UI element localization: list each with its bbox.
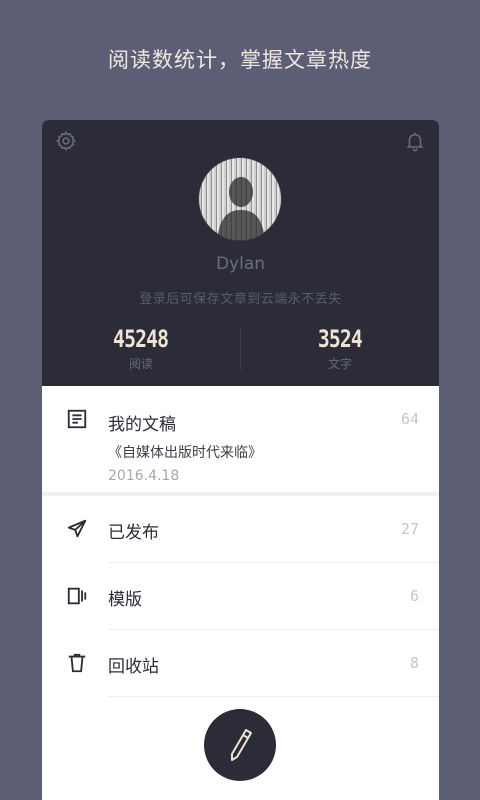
- username[interactable]: Dylan: [42, 254, 439, 274]
- menu-item-count: 27: [400, 520, 419, 538]
- template-icon: [67, 587, 87, 605]
- tagline: 阅读数统计，掌握文章热度: [108, 48, 372, 72]
- latest-draft-title: 《自媒体出版时代来临》: [108, 445, 262, 461]
- menu-item-label: 模版: [108, 590, 142, 610]
- my-drafts-title: 我的文稿: [108, 415, 176, 435]
- avatar[interactable]: [198, 157, 282, 241]
- my-drafts-row[interactable]: 我的文稿 64 《自媒体出版时代来临》 2016.4.18: [42, 386, 439, 494]
- stat-words: 3524 文字: [241, 325, 439, 372]
- menu-item-label: 回收站: [108, 657, 159, 677]
- my-drafts-count: 64: [400, 410, 419, 428]
- profile-header: Dylan 登录后可保存文章到云端永不丢失 45248 阅读 3524 文字: [42, 120, 439, 386]
- menu-item-count: 6: [409, 587, 419, 605]
- menu-item-templates[interactable]: 模版 6: [42, 563, 439, 630]
- row-divider: [108, 696, 439, 697]
- document-icon: [67, 409, 87, 429]
- stat-reads: 45248 阅读: [42, 325, 240, 372]
- bell-icon[interactable]: [404, 130, 426, 152]
- stat-reads-label: 阅读: [128, 357, 153, 371]
- stat-words-value: 3524: [317, 325, 363, 353]
- trash-icon: [68, 653, 86, 673]
- compose-button[interactable]: [204, 709, 276, 781]
- menu-item-trash[interactable]: 回收站 8: [42, 630, 439, 697]
- avatar-silhouette: [217, 177, 265, 240]
- latest-draft-date: 2016.4.18: [108, 468, 180, 484]
- stat-reads-value: 45248: [113, 325, 169, 353]
- send-icon: [67, 519, 87, 538]
- gear-icon[interactable]: [55, 130, 77, 152]
- stat-words-label: 文字: [327, 357, 352, 371]
- pen-icon: [231, 729, 252, 761]
- menu-item-published[interactable]: 已发布 27: [42, 496, 439, 563]
- profile-card: Dylan 登录后可保存文章到云端永不丢失 45248 阅读 3524 文字 我…: [42, 120, 439, 800]
- login-hint[interactable]: 登录后可保存文章到云端永不丢失: [42, 288, 439, 307]
- menu-item-label: 已发布: [108, 523, 159, 543]
- menu-item-count: 8: [409, 654, 419, 672]
